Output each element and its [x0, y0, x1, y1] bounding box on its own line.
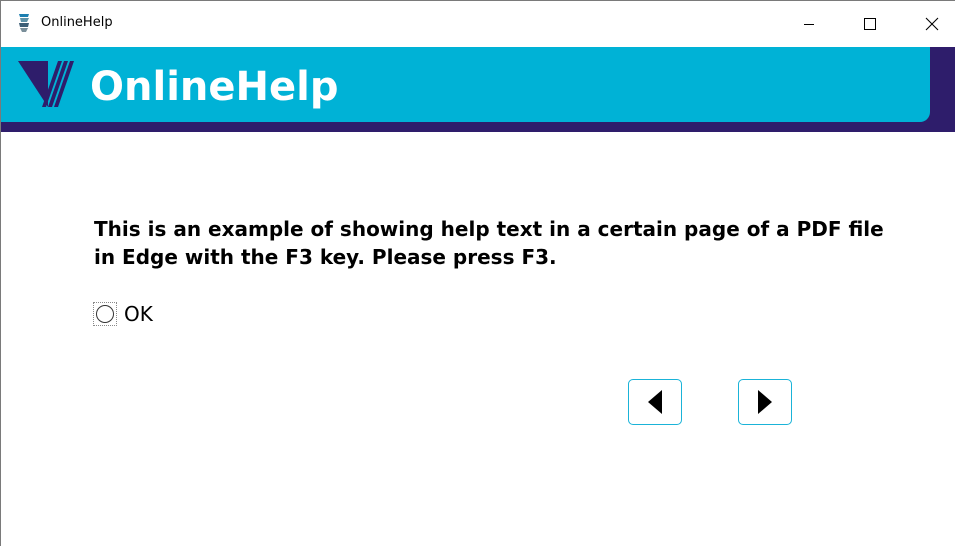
v-logo-icon	[18, 61, 74, 107]
radio-focus-rect	[93, 302, 117, 326]
ok-radio-option[interactable]: OK	[93, 301, 153, 327]
close-icon	[925, 17, 939, 30]
app-window: OnlineHelp OnlineHelp This is an example…	[0, 0, 955, 546]
previous-button[interactable]	[628, 379, 682, 425]
title-bar[interactable]: OnlineHelp	[1, 1, 955, 46]
next-button[interactable]	[738, 379, 792, 425]
minimize-button[interactable]	[786, 1, 832, 46]
triangle-right-icon	[758, 390, 772, 414]
minimize-icon	[804, 23, 814, 25]
app-stack-icon	[19, 14, 29, 32]
window-title: OnlineHelp	[41, 15, 113, 30]
maximize-button[interactable]	[847, 1, 893, 46]
triangle-left-icon	[648, 390, 662, 414]
maximize-icon	[864, 17, 876, 30]
banner-title: OnlineHelp	[90, 64, 339, 110]
ok-radio-button[interactable]	[96, 305, 114, 323]
ok-radio-label[interactable]: OK	[124, 302, 153, 326]
help-text: This is an example of showing help text …	[94, 217, 884, 269]
close-button[interactable]	[909, 1, 955, 46]
